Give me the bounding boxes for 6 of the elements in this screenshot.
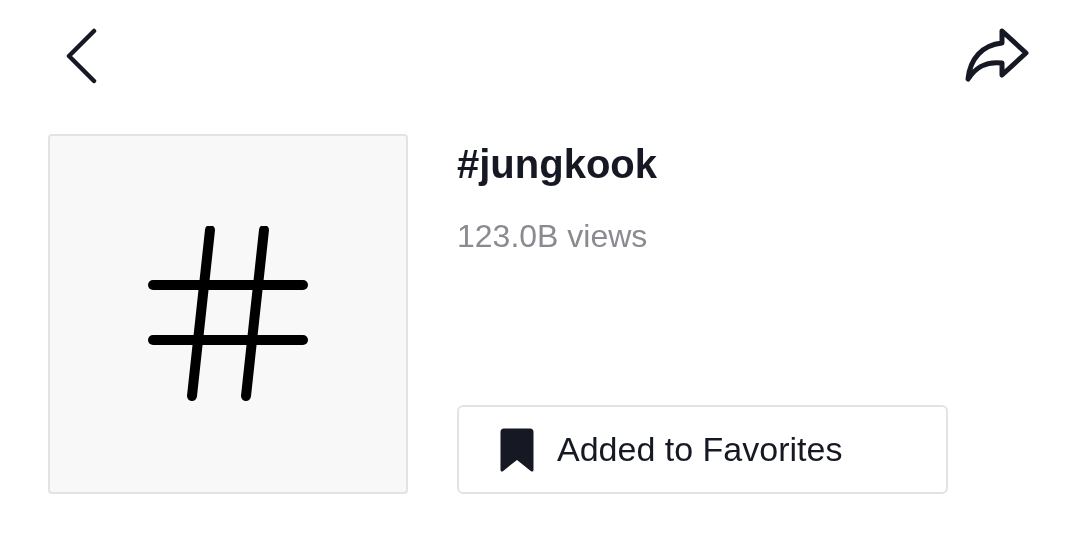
hashtag-title: #jungkook (457, 144, 659, 184)
view-count: 123.0B views (457, 220, 649, 252)
hashtag-icon (148, 226, 308, 402)
share-icon[interactable] (964, 27, 1030, 85)
favorites-button[interactable]: Added to Favorites (457, 405, 948, 494)
bookmark-icon (499, 427, 535, 472)
